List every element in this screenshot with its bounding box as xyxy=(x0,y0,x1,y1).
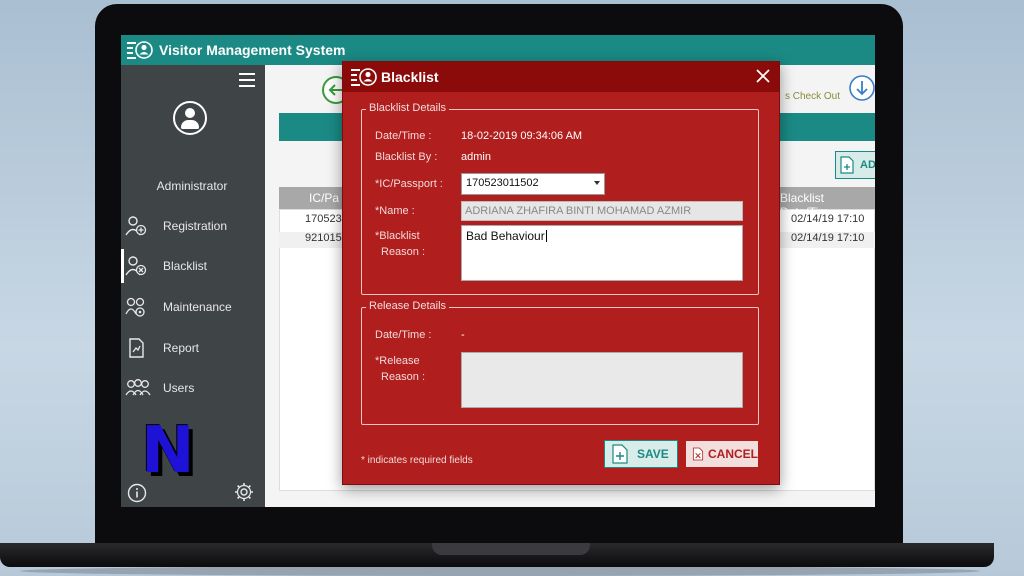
ic-passport-select[interactable]: 170523011502 xyxy=(461,173,605,195)
dialog-title: Blacklist xyxy=(381,69,439,85)
cancel-file-icon xyxy=(692,447,704,461)
dialog-header: Blacklist xyxy=(343,62,779,92)
required-fields-note: * indicates required fields xyxy=(361,455,473,466)
laptop-shadow xyxy=(20,566,980,576)
name-field: ADRIANA ZHAFIRA BINTI MOHAMAD AZMIR xyxy=(461,201,743,221)
sidebar-item-report[interactable]: Report xyxy=(121,331,265,365)
menu-icon[interactable] xyxy=(239,73,255,91)
column-header[interactable]: IC/Pa xyxy=(309,191,339,205)
laptop-notch xyxy=(432,543,590,555)
group-legend: Release Details xyxy=(366,300,450,312)
cancel-button[interactable]: CANCEL xyxy=(685,440,759,468)
release-reason-label: *Release xyxy=(375,355,420,367)
add-button[interactable]: AD xyxy=(835,151,875,179)
app-logo-icon xyxy=(351,68,377,86)
blacklist-reason-label: *Blacklist xyxy=(375,230,420,242)
ic-passport-value: 170523011502 xyxy=(466,177,539,189)
table-cell: 921015 xyxy=(305,232,342,244)
chevron-down-icon xyxy=(594,181,600,185)
sidebar-item-blacklist[interactable]: Blacklist xyxy=(121,249,265,283)
sidebar-item-label: Maintenance xyxy=(163,300,232,314)
name-label: *Name : xyxy=(375,205,415,217)
blacklist-dialog: Blacklist Blacklist Details Date/Time : … xyxy=(342,61,780,485)
release-datetime-value: - xyxy=(461,329,465,341)
avatar-icon xyxy=(173,101,207,135)
user-role-label: Administrator xyxy=(156,179,228,193)
add-file-icon xyxy=(840,156,854,174)
save-file-icon xyxy=(612,444,628,464)
sidebar-item-label: Blacklist xyxy=(163,259,208,273)
add-button-label: AD xyxy=(860,159,875,171)
ic-passport-label: *IC/Passport : xyxy=(375,178,443,190)
sidebar-item-maintenance[interactable]: Maintenance xyxy=(121,290,265,324)
group-legend: Blacklist Details xyxy=(366,102,450,114)
sidebar-item-registration[interactable]: Registration xyxy=(121,209,265,243)
datetime-label: Date/Time : xyxy=(375,130,432,142)
release-details-group: Release Details Date/Time : - *Release R… xyxy=(361,300,759,425)
blacklist-details-group: Blacklist Details Date/Time : 18-02-2019… xyxy=(361,102,759,295)
cancel-button-label: CANCEL xyxy=(708,447,758,461)
sidebar-item-label: Report xyxy=(163,341,200,355)
table-cell: 02/14/19 17:10 xyxy=(791,232,865,244)
close-icon[interactable] xyxy=(755,68,771,84)
app-logo-icon xyxy=(127,41,153,59)
release-reason-textarea[interactable] xyxy=(461,352,743,408)
blacklist-by-label: Blacklist By : xyxy=(375,151,438,163)
users-gear-icon xyxy=(125,297,145,317)
info-icon[interactable] xyxy=(127,483,147,503)
users-icon xyxy=(125,379,151,396)
table-cell: 170523 xyxy=(305,213,342,225)
sidebar-item-label: Users xyxy=(163,381,195,395)
sidebar: Administrator Registration Blacklist Mai… xyxy=(121,65,265,507)
sidebar-item-label: Registration xyxy=(163,219,228,233)
table-cell: 02/14/19 17:10 xyxy=(791,213,865,225)
sidebar-item-users[interactable]: Users xyxy=(121,371,265,405)
report-icon xyxy=(129,338,144,358)
user-block-icon xyxy=(125,256,147,276)
release-datetime-label: Date/Time : xyxy=(375,329,432,341)
blacklist-reason-label: Reason : xyxy=(381,246,426,258)
channel-logo: N xyxy=(141,414,195,488)
user-add-icon xyxy=(125,216,147,236)
blacklist-reason-value: Bad Behaviour xyxy=(466,229,545,243)
name-value: ADRIANA ZHAFIRA BINTI MOHAMAD AZMIR xyxy=(465,205,692,217)
app-title: Visitor Management System xyxy=(159,42,346,58)
text-cursor xyxy=(545,230,547,242)
check-out-label: s Check Out xyxy=(785,91,841,102)
settings-icon[interactable] xyxy=(233,481,255,503)
datetime-value: 18-02-2019 09:34:06 AM xyxy=(461,130,583,142)
save-button-label: SAVE xyxy=(637,447,669,461)
release-reason-label: Reason : xyxy=(381,371,426,383)
blacklist-by-value: admin xyxy=(461,151,491,163)
check-out-icon[interactable] xyxy=(849,73,875,103)
blacklist-reason-textarea[interactable]: Bad Behaviour xyxy=(461,225,743,281)
save-button[interactable]: SAVE xyxy=(604,440,678,468)
